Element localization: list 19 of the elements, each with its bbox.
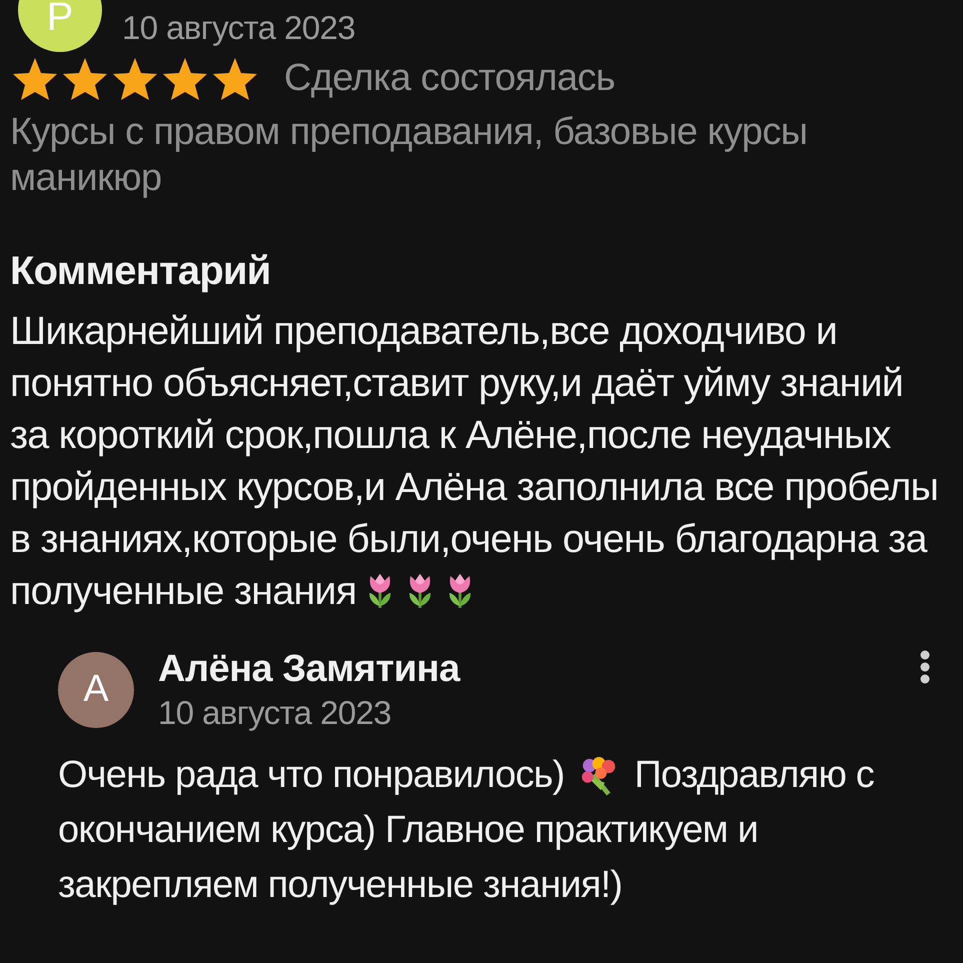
avatar: Р bbox=[18, 0, 102, 52]
comment-text: пройденных курсов,и Алёна заполнила все пробелы bbox=[10, 464, 938, 511]
comment-text: полученные знания bbox=[10, 568, 356, 615]
comment-text: за короткий срок,пошла к Алёне,после неудачных bbox=[10, 412, 890, 459]
more-options-icon[interactable] bbox=[919, 649, 931, 686]
author-name: Алёна Замятина bbox=[158, 647, 460, 692]
reply-text: закрепляем полученные знания!) bbox=[58, 863, 622, 908]
comment-text: Шикарнейший преподаватель,все доходчиво и bbox=[10, 308, 838, 355]
comment-text: в знаниях,которые были,очень очень благодарна за bbox=[10, 516, 927, 563]
reply-text: Поздравляю с bbox=[634, 753, 874, 798]
comment-heading: Комментарий bbox=[10, 248, 272, 296]
avatar: А bbox=[58, 652, 134, 728]
service-text: Курсы с правом преподавания, базовые курсы маникюр bbox=[10, 110, 808, 201]
comment-text: понятно объясняет,ставит руку,и даёт уйму знаний bbox=[10, 360, 903, 407]
reply-text: окончанием курса) Главное практикуем и bbox=[58, 808, 758, 854]
reply-text: Очень рада что понравилось) bbox=[58, 753, 564, 798]
deal-status: Сделка состоялась bbox=[284, 56, 615, 102]
reply-date: 10 августа 2023 bbox=[158, 692, 392, 732]
review-date: 10 августа 2023 bbox=[122, 8, 356, 48]
